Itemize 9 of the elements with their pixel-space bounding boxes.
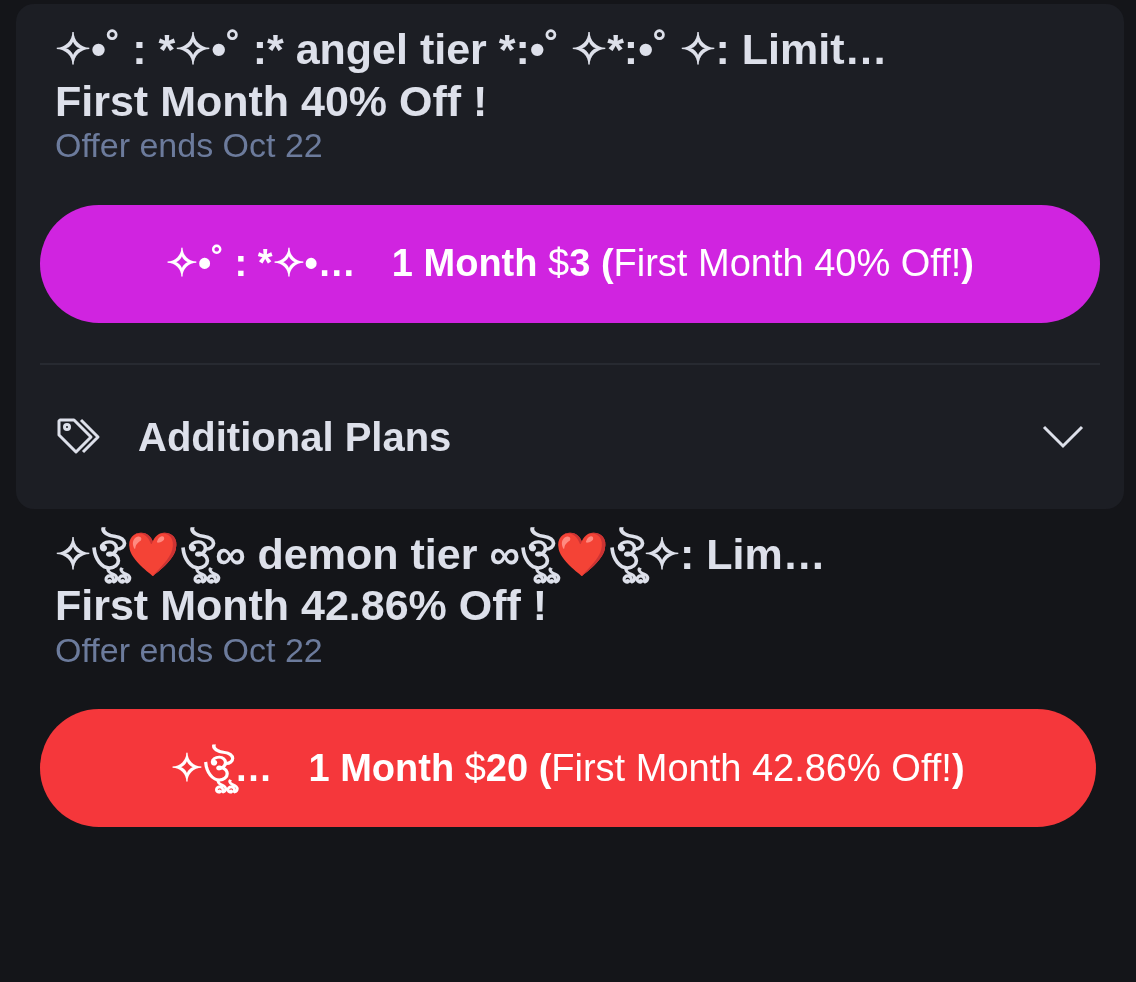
subscribe-button[interactable]: ✧•˚ : *✧•… 1 Month $3 (First Month 40% Off!)	[40, 204, 1100, 323]
offer-end-text: Offer ends Oct 22	[54, 631, 324, 670]
offer-end-text: Offer ends Oct 22	[54, 127, 324, 165]
additional-plans-toggle[interactable]: Additional Plans	[40, 362, 1100, 509]
additional-plans-label: Additional Plans	[138, 413, 452, 461]
chevron-down-icon	[1042, 424, 1084, 449]
tier-title: ✧•˚ : *✧•˚ :* angel tier *:•˚ ✧*:•˚ ✧: Limit…	[54, 24, 889, 75]
promo-title: First Month 40% Off !	[54, 75, 489, 127]
subscribe-button[interactable]: ✧ঔৣ… 1 Month $20 (First Month 42.86% Off!)	[40, 709, 1096, 828]
